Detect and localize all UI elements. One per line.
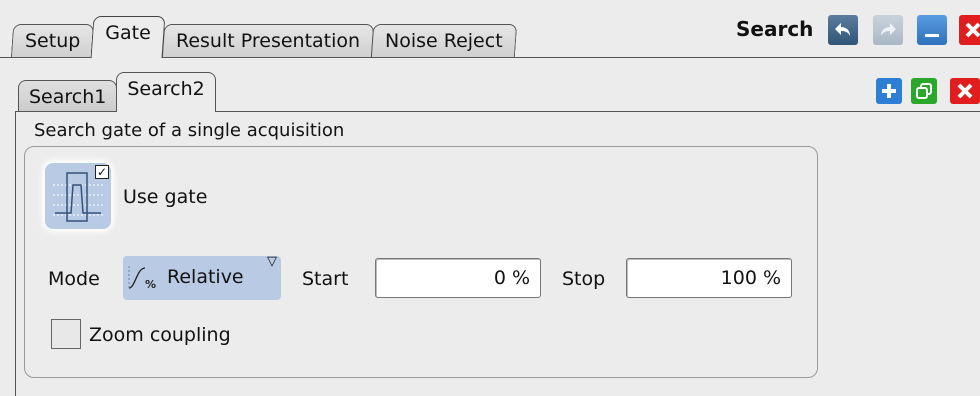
minimize-button[interactable] <box>917 15 947 45</box>
undo-button[interactable] <box>828 15 858 45</box>
dialog-title: Search <box>736 17 814 41</box>
copy-icon <box>916 83 932 99</box>
use-gate-label: Use gate <box>123 186 208 208</box>
close-icon <box>957 83 973 99</box>
start-field[interactable]: 0 % <box>375 258 541 298</box>
zoom-coupling-label: Zoom coupling <box>89 324 231 346</box>
undo-icon <box>835 23 850 36</box>
use-gate-toggle[interactable]: ✓ <box>45 163 111 229</box>
redo-button[interactable] <box>873 15 903 45</box>
mode-selector[interactable]: % Relative ▽ <box>123 254 281 300</box>
top-tab-bar: Setup Gate Result Presentation Noise Rej… <box>10 14 517 58</box>
search-tab-bar: Search1 Search2 <box>18 72 216 112</box>
svg-text:%: % <box>145 278 156 291</box>
add-search-button[interactable] <box>876 78 902 104</box>
tab-search1[interactable]: Search1 <box>18 80 118 112</box>
use-gate-checkbox-icon: ✓ <box>95 165 109 179</box>
tab-gate[interactable]: Gate <box>90 16 166 58</box>
tab-result-presentation[interactable]: Result Presentation <box>161 24 375 58</box>
stop-label: Stop <box>562 268 606 290</box>
mode-value: Relative <box>167 266 244 288</box>
zoom-coupling-checkbox[interactable] <box>51 319 81 349</box>
close-icon <box>965 22 980 38</box>
tab-setup[interactable]: Setup <box>10 24 95 58</box>
panel-left-border <box>15 111 16 396</box>
redo-icon <box>881 23 896 36</box>
copy-search-button[interactable] <box>911 78 937 104</box>
dropdown-arrow-icon: ▽ <box>267 254 277 269</box>
mode-label: Mode <box>48 268 100 290</box>
minimize-icon <box>925 34 939 37</box>
section-title: Search gate of a single acquisition <box>34 120 345 141</box>
start-label: Start <box>302 268 349 290</box>
relative-mode-icon: % <box>128 266 156 291</box>
close-button[interactable] <box>959 15 980 45</box>
plus-icon <box>882 84 896 98</box>
tab-noise-reject[interactable]: Noise Reject <box>370 24 517 58</box>
delete-search-button[interactable] <box>950 78 980 104</box>
tab-search2[interactable]: Search2 <box>116 72 216 112</box>
stop-field[interactable]: 100 % <box>626 258 792 298</box>
